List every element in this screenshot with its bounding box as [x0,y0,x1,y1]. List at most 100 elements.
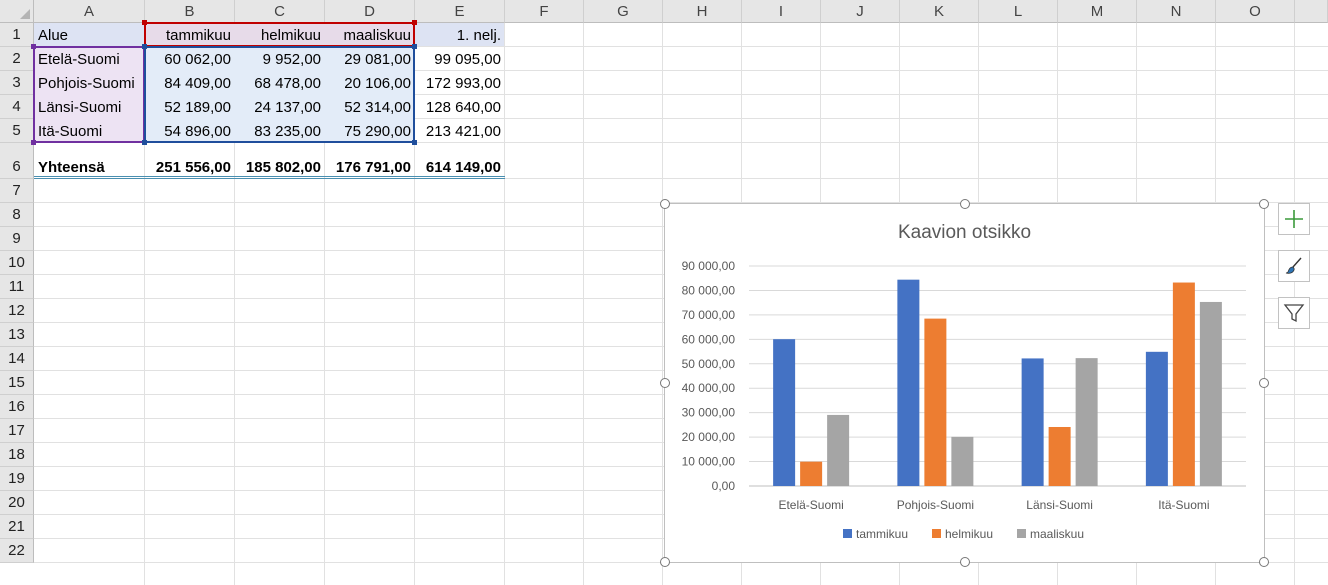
funnel-icon [1283,304,1305,323]
cell-b5[interactable]: 54 896,00 [145,119,235,143]
column-header-m[interactable]: M [1058,0,1137,23]
row-header-14[interactable]: 14 [0,347,34,371]
cell-e5[interactable]: 213 421,00 [415,119,505,143]
chart-filters-button[interactable] [1278,297,1310,329]
resize-handle[interactable] [1259,557,1269,567]
row-header-20[interactable]: 20 [0,491,34,515]
row-header-6[interactable]: 6 [0,143,34,179]
bar-maaliskuu-2 [951,436,974,486]
column-header-i[interactable]: I [742,0,821,23]
row-header-8[interactable]: 8 [0,203,34,227]
column-header-o[interactable]: O [1216,0,1295,23]
row-header-5[interactable]: 5 [0,119,34,143]
cell-b1[interactable]: tammikuu [145,23,235,47]
resize-handle[interactable] [959,199,970,209]
column-header-f[interactable]: F [505,0,584,23]
cell-a5[interactable]: Itä-Suomi [34,119,145,143]
cell-c4[interactable]: 24 137,00 [235,95,325,119]
cell-c2[interactable]: 9 952,00 [235,47,325,71]
row-header-18[interactable]: 18 [0,443,34,467]
x-tick-label: Itä-Suomi [1158,498,1209,512]
cell-d2[interactable]: 29 081,00 [325,47,415,71]
row-header-22[interactable]: 22 [0,539,34,563]
column-header-filler [1295,0,1328,23]
column-header-b[interactable]: B [145,0,235,23]
resize-handle[interactable] [1259,378,1269,388]
cell-d4[interactable]: 52 314,00 [325,95,415,119]
brush-icon [1285,257,1302,274]
y-tick-label: 40 000,00 [682,381,736,395]
select-all-corner[interactable] [0,0,34,23]
y-tick-label: 90 000,00 [682,259,736,273]
cell-d3[interactable]: 20 106,00 [325,71,415,95]
resize-handle[interactable] [660,378,670,388]
cell-a1[interactable]: Alue [34,23,145,47]
bar-helmikuu-3 [1048,426,1071,486]
cell-d6[interactable]: 176 791,00 [325,143,415,179]
column-header-g[interactable]: G [584,0,663,23]
row-header-7[interactable]: 7 [0,179,34,203]
resize-handle[interactable] [660,199,670,209]
cell-b6[interactable]: 251 556,00 [145,143,235,179]
cell-b4[interactable]: 52 189,00 [145,95,235,119]
column-header-n[interactable]: N [1137,0,1216,23]
bar-helmikuu-2 [924,318,947,486]
column-header-a[interactable]: A [34,0,145,23]
x-tick-label: Etelä-Suomi [778,498,843,512]
column-header-e[interactable]: E [415,0,505,23]
cell-a4[interactable]: Länsi-Suomi [34,95,145,119]
row-header-15[interactable]: 15 [0,371,34,395]
cell-c6[interactable]: 185 802,00 [235,143,325,179]
legend-swatch-tammikuu [843,529,852,538]
cell-d5[interactable]: 75 290,00 [325,119,415,143]
row-header-21[interactable]: 21 [0,515,34,539]
chart-svg: Kaavion otsikko 0,00 10 000,00 20 000,00 30 … [682,222,1246,541]
cell-e3[interactable]: 172 993,00 [415,71,505,95]
cell-e2[interactable]: 99 095,00 [415,47,505,71]
chart-elements-button[interactable] [1278,203,1310,235]
row-header-9[interactable]: 9 [0,227,34,251]
row-header-2[interactable]: 2 [0,47,34,71]
legend-label: maaliskuu [1030,527,1084,541]
column-header-c[interactable]: C [235,0,325,23]
row-header-3[interactable]: 3 [0,71,34,95]
row-header-19[interactable]: 19 [0,467,34,491]
bar-tammikuu-3 [1021,358,1044,486]
row-header-16[interactable]: 16 [0,395,34,419]
column-header-h[interactable]: H [663,0,742,23]
cell-e4[interactable]: 128 640,00 [415,95,505,119]
y-tick-label: 30 000,00 [682,406,736,420]
chart[interactable]: Kaavion otsikko 0,00 10 000,00 20 000,00 30 … [660,199,1269,567]
column-header-d[interactable]: D [325,0,415,23]
cell-a3[interactable]: Pohjois-Suomi [34,71,145,95]
cell-a6[interactable]: Yhteensä [34,143,145,179]
cell-a2[interactable]: Etelä-Suomi [34,47,145,71]
resize-handle[interactable] [660,557,670,567]
cell-c1[interactable]: helmikuu [235,23,325,47]
plus-icon [1285,210,1303,228]
column-header-l[interactable]: L [979,0,1058,23]
resize-handle[interactable] [959,557,970,567]
row-header-12[interactable]: 12 [0,299,34,323]
bar-maaliskuu-1 [827,414,850,486]
legend-label: helmikuu [945,527,993,541]
cell-c5[interactable]: 83 235,00 [235,119,325,143]
cell-b3[interactable]: 84 409,00 [145,71,235,95]
row-header-13[interactable]: 13 [0,323,34,347]
row-header-1[interactable]: 1 [0,23,34,47]
cell-b2[interactable]: 60 062,00 [145,47,235,71]
row-header-10[interactable]: 10 [0,251,34,275]
cell-d1[interactable]: maaliskuu [325,23,415,47]
row-header-4[interactable]: 4 [0,95,34,119]
cell-e1[interactable]: 1. nelj. [415,23,505,47]
row-header-17[interactable]: 17 [0,419,34,443]
chart-styles-button[interactable] [1278,250,1310,282]
cell-c3[interactable]: 68 478,00 [235,71,325,95]
column-header-j[interactable]: J [821,0,900,23]
gridline-vertical [583,23,584,585]
column-header-k[interactable]: K [900,0,979,23]
row-header-11[interactable]: 11 [0,275,34,299]
cell-e6[interactable]: 614 149,00 [415,143,505,179]
bar-maaliskuu-3 [1075,358,1098,486]
resize-handle[interactable] [1259,199,1269,209]
